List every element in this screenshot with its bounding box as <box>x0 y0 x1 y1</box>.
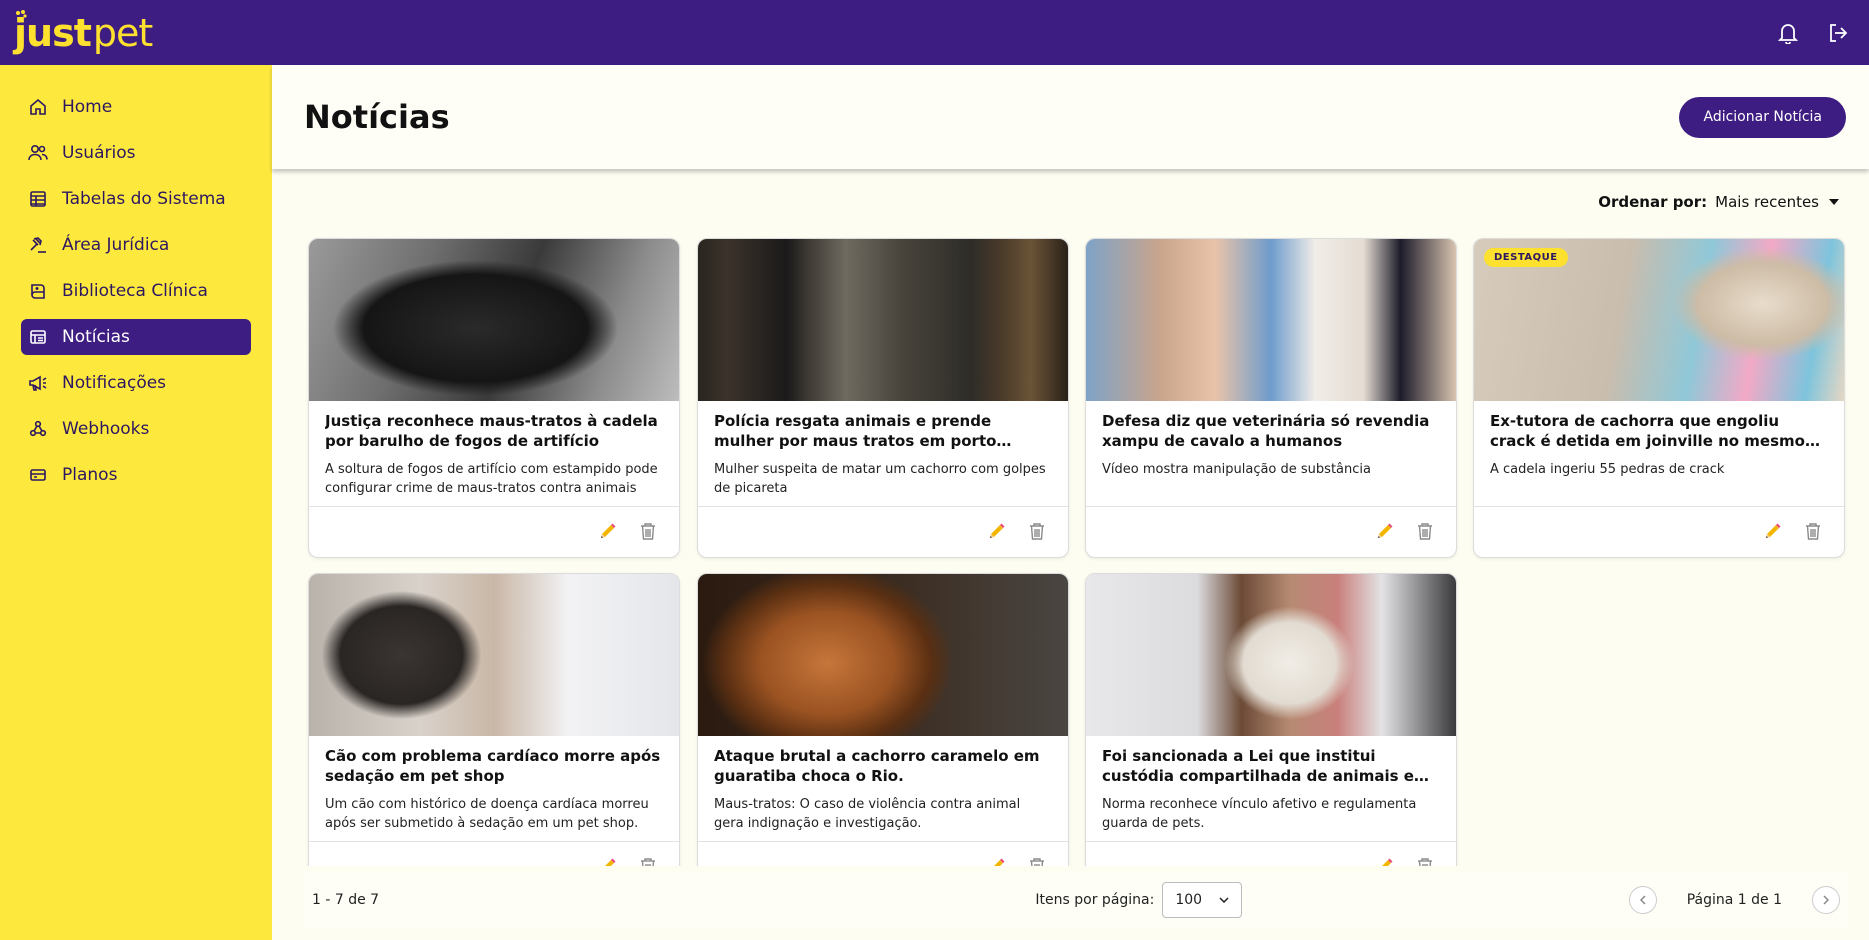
news-description: A soltura de fogos de artifício com esta… <box>325 462 658 496</box>
sidebar-item-label: Notificações <box>62 373 167 393</box>
items-per-page-select[interactable]: 100 <box>1162 882 1243 918</box>
pager: Página 1 de 1 <box>1628 886 1840 914</box>
sidebar-item-users[interactable]: Usuários <box>21 135 251 171</box>
featured-badge: DESTAQUE <box>1484 248 1568 267</box>
pagination-bar: 1 - 7 de 7 Itens por página: 100 Página … <box>304 873 1848 927</box>
trash-icon[interactable] <box>1414 520 1436 542</box>
trash-icon[interactable] <box>637 520 659 542</box>
trash-icon[interactable] <box>637 855 659 866</box>
news-title: Polícia resgata animais e prende mulher … <box>714 412 997 453</box>
webhook-icon <box>27 418 49 440</box>
news-image-dog-donut-pillow[interactable]: DESTAQUE <box>1474 239 1844 401</box>
pagination-range: 1 - 7 de 7 <box>312 892 380 908</box>
news-image-caramel-dog[interactable] <box>698 574 1068 736</box>
sort-control: Ordenar por: Mais recentes <box>1598 193 1839 211</box>
sort-dropdown[interactable]: Mais recentes <box>1715 193 1839 211</box>
sidebar-item-clinical-library[interactable]: Biblioteca Clínica <box>21 273 251 309</box>
news-title: Cão com problema cardíaco morre após sed… <box>325 747 661 785</box>
news-image-couple-dog[interactable] <box>1086 574 1456 736</box>
news-description: Um cão com histórico de doença cardíaca … <box>325 797 649 831</box>
sort-label: Ordenar por: <box>1598 193 1708 211</box>
page-title: Notícias <box>304 98 450 136</box>
sidebar-item-label: Notícias <box>62 327 130 347</box>
gavel-icon <box>27 234 49 256</box>
news-title: Ataque brutal a cachorro caramelo em gua… <box>714 747 1040 785</box>
logo-pet-text: pet <box>92 10 153 55</box>
trash-icon[interactable] <box>1026 855 1048 866</box>
edit-pencil-icon[interactable] <box>986 855 1008 866</box>
news-card[interactable]: Justiça reconhece maus-tratos à cadela p… <box>308 238 680 558</box>
sidebar-item-label: Planos <box>62 465 118 485</box>
news-image-vet-shampoo[interactable] <box>1086 239 1456 401</box>
trash-icon[interactable] <box>1802 520 1824 542</box>
news-description: A cadela ingeriu 55 pedras de crack <box>1490 462 1725 477</box>
edit-pencil-icon[interactable] <box>1374 520 1396 542</box>
sidebar-item-label: Home <box>62 97 113 117</box>
logout-icon[interactable] <box>1823 18 1853 48</box>
news-card[interactable]: Cão com problema cardíaco morre após sed… <box>308 573 680 866</box>
justpet-logo[interactable]: just pet <box>14 9 153 55</box>
edit-pencil-icon[interactable] <box>597 520 619 542</box>
caret-down-icon <box>1829 199 1839 205</box>
edit-pencil-icon[interactable] <box>1762 520 1784 542</box>
news-title: Ex-tutora de cachorra que engoliu crack … <box>1490 412 1805 453</box>
news-image-bulldog-vet[interactable] <box>309 574 679 736</box>
users-icon <box>27 142 49 164</box>
sort-value: Mais recentes <box>1715 193 1819 211</box>
news-description: Vídeo mostra manipulação de substância <box>1102 462 1371 477</box>
chevron-down-icon <box>1219 897 1229 903</box>
news-card[interactable]: DESTAQUE Ex-tutora de cachorra que engol… <box>1473 238 1845 558</box>
sidebar-item-news[interactable]: Notícias <box>21 319 251 355</box>
sidebar-item-home[interactable]: Home <box>21 89 251 125</box>
news-card[interactable]: Foi sancionada a Lei que institui custód… <box>1085 573 1457 866</box>
add-news-button[interactable]: Adicionar Notícia <box>1679 96 1846 138</box>
prev-page-button[interactable] <box>1628 886 1657 914</box>
items-per-page: Itens por página: 100 <box>1035 882 1243 918</box>
items-per-page-value: 100 <box>1175 892 1203 908</box>
sidebar-item-legal[interactable]: Área Jurídica <box>21 227 251 263</box>
news-card[interactable]: Ataque brutal a cachorro caramelo em gua… <box>697 573 1069 866</box>
items-per-page-label: Itens por página: <box>1035 892 1155 908</box>
edit-pencil-icon[interactable] <box>597 855 619 866</box>
trash-icon[interactable] <box>1414 855 1436 866</box>
edit-pencil-icon[interactable] <box>1374 855 1396 866</box>
page-header: Notícias Adicionar Notícia <box>272 65 1869 169</box>
chevron-right-icon <box>1823 895 1829 905</box>
bell-icon[interactable] <box>1773 18 1803 48</box>
paw-icon <box>16 9 27 18</box>
trash-icon[interactable] <box>1026 520 1048 542</box>
chevron-left-icon <box>1639 895 1646 905</box>
top-bar: just pet <box>0 0 1869 65</box>
sidebar-item-plans[interactable]: Planos <box>21 457 251 493</box>
table-icon <box>27 188 49 210</box>
edit-pencil-icon[interactable] <box>986 520 1008 542</box>
news-card[interactable]: Polícia resgata animais e prende mulher … <box>697 238 1069 558</box>
sidebar-item-label: Biblioteca Clínica <box>62 281 208 301</box>
news-card[interactable]: Defesa diz que veterinária só revendia x… <box>1085 238 1457 558</box>
sidebar-item-label: Usuários <box>62 143 136 163</box>
book-icon <box>27 280 49 302</box>
sidebar-item-label: Webhooks <box>62 419 150 439</box>
home-icon <box>27 96 49 118</box>
sidebar-item-label: Tabelas do Sistema <box>62 189 226 209</box>
news-description: Maus-tratos: O caso de violência contra … <box>714 797 1021 831</box>
news-image-rescue-night[interactable] <box>698 239 1068 401</box>
news-icon <box>27 326 49 348</box>
news-description: Norma reconhece vínculo afetivo e regula… <box>1102 797 1417 831</box>
news-title: Defesa diz que veterinária só revendia x… <box>1102 412 1430 450</box>
sidebar: Home Usuários Tabelas do Sistema Área Ju… <box>0 65 272 940</box>
news-image-black-dog[interactable] <box>309 239 679 401</box>
news-grid: Justiça reconhece maus-tratos à cadela p… <box>272 236 1869 866</box>
next-page-button[interactable] <box>1811 886 1840 914</box>
card-icon <box>27 464 49 486</box>
sidebar-item-label: Área Jurídica <box>62 235 170 255</box>
megaphone-icon <box>27 372 49 394</box>
news-description: Mulher suspeita de matar um cachorro com… <box>714 462 1046 496</box>
news-title: Foi sancionada a Lei que institui custód… <box>1102 747 1430 788</box>
sidebar-item-webhooks[interactable]: Webhooks <box>21 411 251 447</box>
sidebar-item-notifications[interactable]: Notificações <box>21 365 251 401</box>
page-indicator: Página 1 de 1 <box>1686 892 1782 908</box>
news-title: Justiça reconhece maus-tratos à cadela p… <box>325 412 658 450</box>
sidebar-item-system-tables[interactable]: Tabelas do Sistema <box>21 181 251 217</box>
